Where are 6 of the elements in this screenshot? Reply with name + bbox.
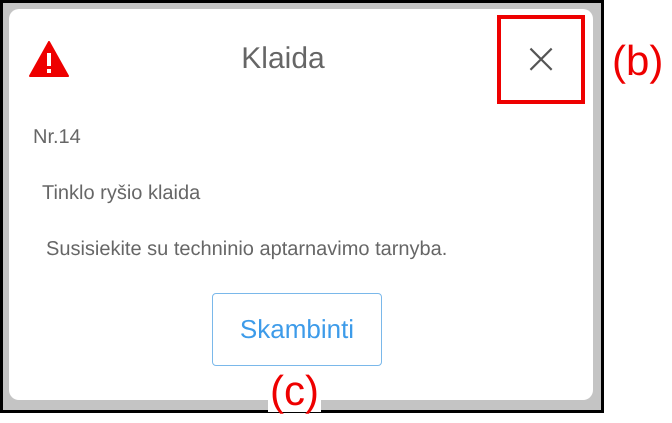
error-message: Tinklo ryšio klaida (42, 182, 200, 204)
warning-icon (29, 41, 69, 77)
error-detail: Susisiekite su techninio aptarnavimo tarnyba. (46, 238, 448, 260)
error-number: Nr.14 (33, 126, 81, 148)
dialog-title: Klaida (240, 42, 326, 76)
close-button[interactable]: × (497, 14, 585, 104)
